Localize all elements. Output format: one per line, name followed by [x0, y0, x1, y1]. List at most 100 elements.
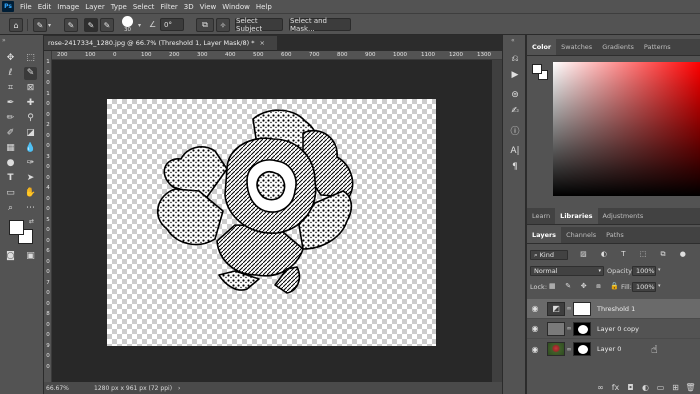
layer-name[interactable]: Layer 0	[597, 345, 621, 353]
menu-file[interactable]: File	[17, 3, 35, 11]
menu-filter[interactable]: Filter	[157, 3, 180, 11]
vertical-scrollbar[interactable]	[492, 60, 502, 382]
add-mask-icon[interactable]: ◘	[625, 383, 636, 392]
eraser-tool-icon[interactable]: ◪	[24, 127, 37, 140]
chevron-down-icon[interactable]: ▾	[48, 22, 51, 29]
layer-style-fx-icon[interactable]: fx	[610, 383, 621, 392]
blend-mode-select[interactable]: Normal ▾	[530, 266, 604, 276]
filter-smart-object-icon[interactable]: ⧉	[661, 250, 666, 259]
marquee-tool-icon[interactable]: ⬚	[24, 52, 37, 65]
layer-name[interactable]: Threshold 1	[597, 305, 635, 313]
menu-layer[interactable]: Layer	[82, 3, 108, 11]
menu-edit[interactable]: Edit	[35, 3, 55, 11]
fill-field[interactable]: 100%	[632, 282, 656, 292]
clone-stamp-tool-icon[interactable]: ⚲	[24, 112, 37, 125]
add-to-selection-brush-icon[interactable]: ✎	[84, 18, 98, 32]
new-selection-brush-icon[interactable]: ✎	[64, 18, 78, 32]
layer-name[interactable]: Layer 0 copy	[597, 325, 639, 333]
blur-tool-icon[interactable]: 💧	[24, 142, 37, 155]
lock-artboard-icon[interactable]: ⧈	[596, 282, 600, 291]
vertical-ruler[interactable]: 1 0 0 1 0 0 2 0 0 3 0 0 4 0 0 5 0 0 6 0 0 7 0 0 8 0 0 9 0 0	[44, 51, 52, 382]
select-and-mask-button[interactable]: Select and Mask...	[289, 17, 351, 33]
delete-layer-icon[interactable]: 🗑	[685, 383, 696, 392]
quick-mask-icon[interactable]: ◙	[4, 250, 17, 263]
tab-channels[interactable]: Channels	[561, 227, 601, 243]
new-layer-icon[interactable]: ⊞	[670, 383, 681, 392]
visibility-eye-icon[interactable]: ◉	[527, 304, 543, 313]
menu-select[interactable]: Select	[130, 3, 158, 11]
type-tool-icon[interactable]: T	[4, 172, 17, 185]
brush-settings-panel-icon[interactable]: ✍	[508, 104, 522, 117]
eyedropper-tool-icon[interactable]: ✒	[4, 97, 17, 110]
lock-position-icon[interactable]: ✥	[581, 282, 587, 291]
hand-tool-icon[interactable]: ✋	[24, 187, 37, 200]
tab-paths[interactable]: Paths	[601, 227, 629, 243]
tab-gradients[interactable]: Gradients	[597, 39, 639, 55]
sample-all-layers-icon[interactable]: ⧉	[196, 18, 214, 32]
history-panel-icon[interactable]: ⎌	[508, 52, 522, 65]
quick-selection-tool-icon[interactable]: ✎	[24, 67, 37, 80]
pen-tool-icon[interactable]: ✑	[24, 157, 37, 170]
status-arrow-icon[interactable]: ›	[178, 385, 180, 392]
tab-layers[interactable]: Layers	[527, 227, 562, 243]
swap-colors-icon[interactable]: ⇄	[29, 218, 34, 225]
lasso-tool-icon[interactable]: ℓ	[4, 67, 17, 80]
filter-toggle-icon[interactable]: ●	[680, 250, 686, 259]
menu-3d[interactable]: 3D	[181, 3, 197, 11]
info-panel-icon[interactable]: ⓘ	[508, 124, 522, 137]
more-tools-icon[interactable]: ⋯	[24, 202, 37, 215]
mask-link-icon[interactable]: ∞	[566, 325, 572, 332]
angle-field[interactable]: 0°	[160, 18, 184, 31]
visibility-eye-icon[interactable]: ◉	[527, 345, 543, 354]
tab-patterns[interactable]: Patterns	[639, 39, 676, 55]
layer-mask-thumbnail[interactable]	[573, 301, 591, 316]
mask-link-icon[interactable]: ∞	[566, 305, 572, 312]
filter-pixel-icon[interactable]: ▨	[580, 250, 587, 259]
character-panel-icon[interactable]: A|	[508, 144, 522, 157]
menu-view[interactable]: View	[197, 3, 220, 11]
expand-panels-icon[interactable]: «	[511, 37, 515, 44]
select-subject-button[interactable]: Select Subject	[235, 17, 283, 33]
tab-adjustments[interactable]: Adjustments	[598, 208, 649, 224]
layer-row[interactable]: ◉ ∞ Layer 0 copy	[527, 319, 700, 339]
link-layers-icon[interactable]: ∞	[595, 383, 606, 392]
brush-tool-icon[interactable]: ✏	[4, 112, 17, 125]
fill-chevron-icon[interactable]: ▾	[658, 283, 661, 289]
quick-selection-tool-preset-icon[interactable]: ✎	[33, 18, 47, 32]
move-tool-icon[interactable]: ✥	[4, 52, 17, 65]
dodge-tool-icon[interactable]: ●	[4, 157, 17, 170]
document-tab[interactable]: rose-2417334_1280.jpg @ 66.7% (Threshold…	[44, 36, 277, 51]
layer-row[interactable]: ◉ ◩ ∞ Threshold 1	[527, 299, 700, 319]
menu-type[interactable]: Type	[108, 3, 130, 11]
screen-mode-icon[interactable]: ▣	[24, 250, 37, 263]
brush-picker-chevron-icon[interactable]: ▾	[138, 22, 141, 29]
rectangle-tool-icon[interactable]: ▭	[4, 187, 17, 200]
subtract-selection-brush-icon[interactable]: ✎	[100, 18, 114, 32]
lock-transparency-icon[interactable]: ▦	[549, 282, 556, 291]
layer-mask-thumbnail[interactable]	[573, 342, 591, 356]
horizontal-ruler[interactable]: 200 100 0 100 200 300 400 500 600 700 800 900 1000 11…	[52, 51, 502, 60]
tab-learn[interactable]: Learn	[527, 208, 555, 224]
crop-tool-icon[interactable]: ⌗	[4, 82, 17, 95]
mask-link-icon[interactable]: ∞	[566, 346, 572, 353]
filter-shape-icon[interactable]: ⬚	[640, 250, 647, 259]
healing-brush-tool-icon[interactable]: ✚	[24, 97, 37, 110]
paragraph-panel-icon[interactable]: ¶	[508, 160, 522, 173]
actions-panel-icon[interactable]: ▶	[508, 68, 522, 81]
filter-type-icon[interactable]: T	[621, 250, 625, 259]
new-group-icon[interactable]: ▭	[655, 383, 666, 392]
color-picker-field[interactable]	[553, 62, 700, 196]
zoom-tool-icon[interactable]: ⌕	[4, 202, 17, 215]
home-icon[interactable]: ⌂	[9, 18, 23, 32]
layer-mask-thumbnail[interactable]	[573, 321, 591, 336]
layer-row[interactable]: ◉ ∞ Layer 0	[527, 339, 700, 359]
lock-all-icon[interactable]: 🔒	[610, 282, 619, 291]
opacity-chevron-icon[interactable]: ▾	[658, 267, 661, 273]
tab-swatches[interactable]: Swatches	[556, 39, 597, 55]
collapse-toolbar-icon[interactable]: »	[2, 37, 6, 44]
menu-help[interactable]: Help	[253, 3, 275, 11]
panel-foreground-swatch[interactable]	[532, 64, 542, 74]
close-document-icon[interactable]: ×	[259, 39, 264, 47]
menu-image[interactable]: Image	[54, 3, 82, 11]
brush-preview-icon[interactable]	[122, 16, 133, 27]
